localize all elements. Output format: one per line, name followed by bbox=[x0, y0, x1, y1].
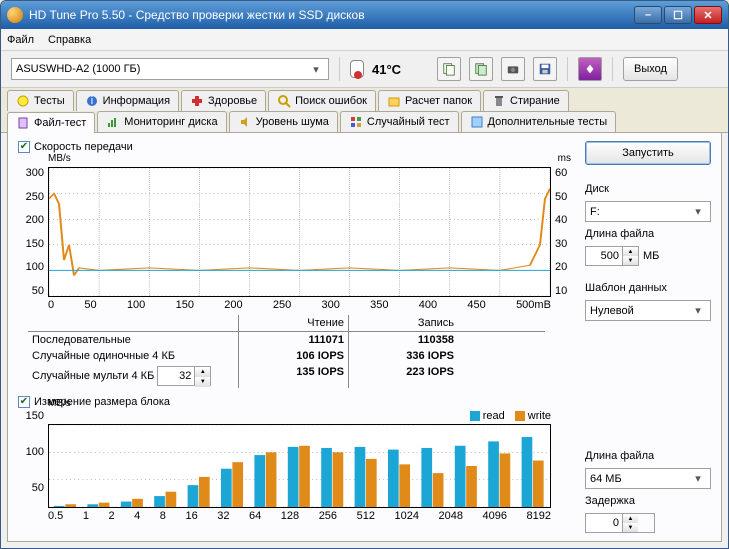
disk-select[interactable]: F:▾ bbox=[585, 201, 711, 222]
thermometer-icon bbox=[350, 60, 364, 78]
titlebar[interactable]: HD Tune Pro 5.50 - Средство проверки жес… bbox=[1, 1, 728, 29]
options-button[interactable] bbox=[578, 57, 602, 81]
menu-file[interactable]: Файл bbox=[7, 34, 34, 46]
file-length-label: Длина файла bbox=[585, 228, 711, 240]
tab-file-test[interactable]: Файл-тест bbox=[7, 112, 95, 133]
transfer-chart: MB/s ms 30025020015010050 605040302010 0… bbox=[18, 155, 575, 311]
checkbox-icon: ✔ bbox=[18, 396, 30, 408]
drive-selector[interactable]: ASUSWHD-A2 (1000 ГБ) ▾ bbox=[11, 58, 329, 80]
copy-screenshot-button[interactable] bbox=[469, 57, 493, 81]
app-icon bbox=[7, 7, 23, 23]
close-button[interactable]: ✕ bbox=[694, 6, 722, 24]
table-row: Случайные одиночные 4 КБ106 IOPS336 IOPS bbox=[28, 348, 545, 364]
results-table: Чтение Запись Последовательные1110711103… bbox=[28, 315, 545, 388]
minimize-button[interactable]: – bbox=[634, 6, 662, 24]
window-title: HD Tune Pro 5.50 - Средство проверки жес… bbox=[29, 8, 634, 22]
drive-selector-value: ASUSWHD-A2 (1000 ГБ) bbox=[16, 63, 140, 75]
table-row: Случайные мульти 4 КБ ▲▼135 IOPS223 IOPS bbox=[28, 364, 545, 388]
app-window: HD Tune Pro 5.50 - Средство проверки жес… bbox=[0, 0, 729, 549]
tab-extra-tests[interactable]: Дополнительные тесты bbox=[461, 111, 617, 132]
blocksize-checkbox[interactable]: ✔ Измерение размера блока bbox=[18, 396, 575, 408]
checkbox-icon: ✔ bbox=[18, 141, 30, 153]
file-length2-select[interactable]: 64 МБ▾ bbox=[585, 468, 711, 489]
tab-aam[interactable]: Уровень шума bbox=[229, 111, 338, 132]
delay-label: Задержка bbox=[585, 495, 711, 507]
screenshot-button[interactable] bbox=[501, 57, 525, 81]
tab-info[interactable]: iИнформация bbox=[76, 90, 179, 111]
tab-error-scan[interactable]: Поиск ошибок bbox=[268, 90, 376, 111]
table-row: Последовательные111071110358 bbox=[28, 332, 545, 348]
content-area: ✔ Скорость передачи MB/s ms 300250200150… bbox=[7, 133, 722, 542]
save-button[interactable] bbox=[533, 57, 557, 81]
start-button[interactable]: Запустить bbox=[585, 141, 711, 165]
tab-tests[interactable]: Тесты bbox=[7, 90, 74, 111]
exit-button[interactable]: Выход bbox=[623, 57, 678, 81]
toolbar: ASUSWHD-A2 (1000 ГБ) ▾ 41°C Выход bbox=[1, 51, 728, 88]
transfer-rate-checkbox[interactable]: ✔ Скорость передачи bbox=[18, 141, 575, 153]
tab-health[interactable]: Здоровье bbox=[181, 90, 266, 111]
disk-label: Диск bbox=[585, 183, 711, 195]
tab-folder-usage[interactable]: Расчет папок bbox=[378, 90, 481, 111]
pattern-label: Шаблон данных bbox=[585, 282, 711, 294]
svg-text:i: i bbox=[90, 95, 92, 107]
temperature-value: 41°C bbox=[372, 62, 401, 77]
chevron-down-icon: ▾ bbox=[308, 63, 324, 76]
copy-info-button[interactable] bbox=[437, 57, 461, 81]
tabs-top-row: Тесты iИнформация Здоровье Поиск ошибок … bbox=[1, 88, 728, 111]
blocksize-chart: MB/s read write 15010050 0.5124816326412… bbox=[18, 410, 575, 522]
tab-disk-monitor[interactable]: Мониторинг диска bbox=[97, 111, 226, 132]
tab-erase[interactable]: Стирание bbox=[483, 90, 569, 111]
delay-input[interactable]: ▲▼ bbox=[585, 513, 655, 533]
tabs-bottom-row: Файл-тест Мониторинг диска Уровень шума … bbox=[1, 111, 728, 133]
multi-queue-input[interactable]: ▲▼ bbox=[157, 366, 211, 386]
menu-help[interactable]: Справка bbox=[48, 34, 91, 46]
file-length-input[interactable]: ▲▼ bbox=[585, 246, 639, 266]
file-length2-label: Длина файла bbox=[585, 450, 711, 462]
maximize-button[interactable]: ☐ bbox=[664, 6, 692, 24]
tab-random-access[interactable]: Случайный тест bbox=[340, 111, 459, 132]
menubar: Файл Справка bbox=[1, 29, 728, 51]
pattern-select[interactable]: Нулевой▾ bbox=[585, 300, 711, 321]
